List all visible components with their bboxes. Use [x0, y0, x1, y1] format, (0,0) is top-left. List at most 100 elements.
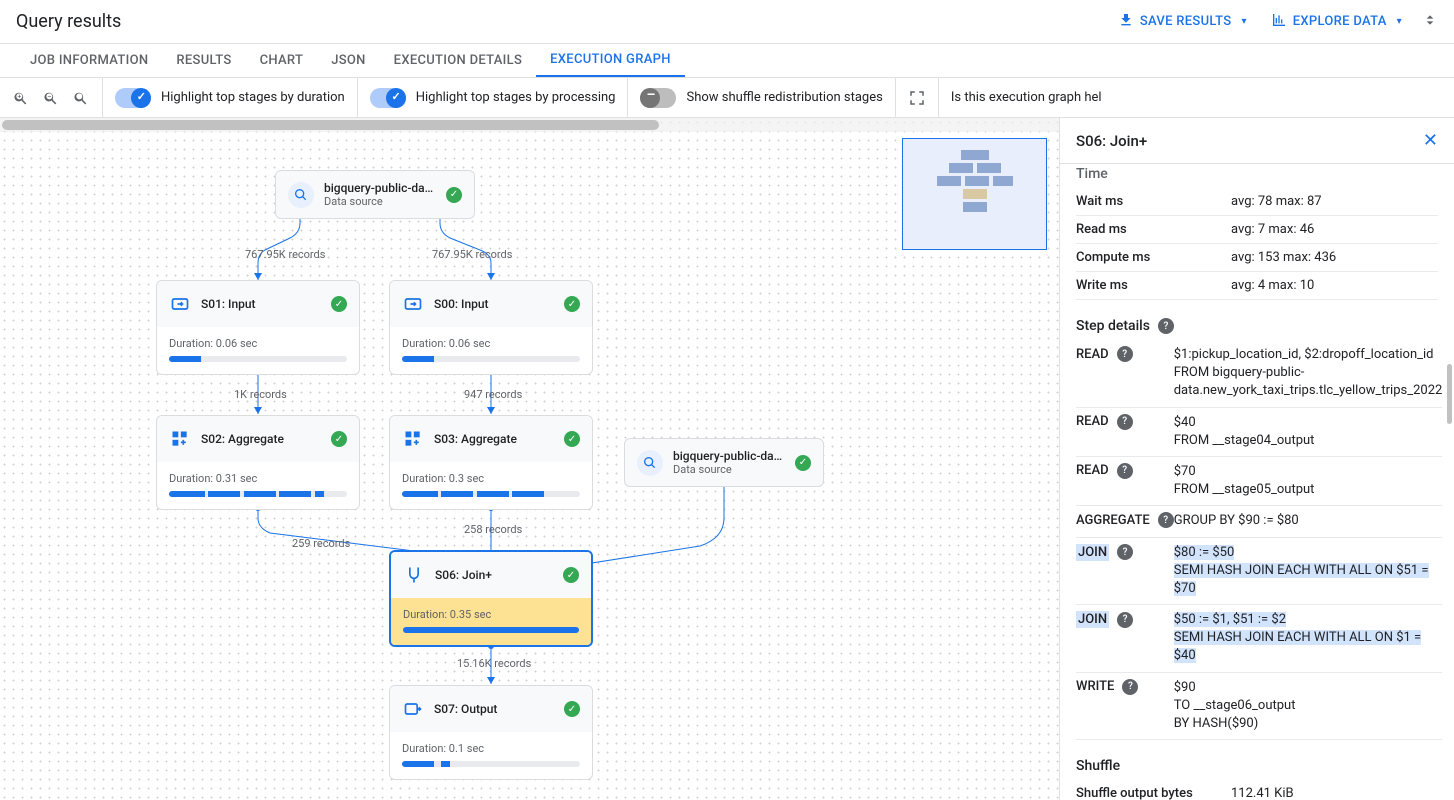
- step-type: WRITE: [1076, 679, 1114, 694]
- node-stage-s07[interactable]: S07: Output ✓ Duration: 0.1 sec: [389, 685, 593, 780]
- stage-name: S01: Input: [201, 297, 321, 311]
- close-icon[interactable]: ✕: [1423, 130, 1438, 151]
- feedback-prompt: Is this execution graph hel: [939, 90, 1102, 105]
- help-icon[interactable]: ?: [1122, 679, 1138, 695]
- stage-duration: Duration: 0.3 sec: [402, 472, 580, 485]
- shuffle-val: 112.41 KiB: [1231, 780, 1438, 800]
- tab-execution-details[interactable]: EXECUTION DETAILS: [380, 44, 536, 77]
- stage-duration: Duration: 0.06 sec: [402, 337, 580, 350]
- help-icon[interactable]: ?: [1117, 544, 1133, 560]
- explore-data-button[interactable]: EXPLORE DATA ▾: [1259, 4, 1414, 40]
- node-title: bigquery-public-data.new_y: [324, 181, 436, 195]
- bigquery-icon: [637, 450, 663, 476]
- toggle-shuffle[interactable]: Show shuffle redistribution stages: [640, 88, 882, 108]
- fullscreen-icon[interactable]: [908, 89, 926, 107]
- time-table: Wait msavg: 78 max: 87 Read msavg: 7 max…: [1076, 188, 1438, 300]
- unfold-icon[interactable]: [1422, 12, 1438, 32]
- node-stage-s03[interactable]: S03: Aggregate✓ Duration: 0.3 sec: [389, 415, 593, 510]
- step-type: JOIN: [1076, 544, 1109, 561]
- horizontal-scrollbar[interactable]: [0, 118, 1059, 132]
- help-icon[interactable]: ?: [1117, 414, 1133, 430]
- tab-job-information[interactable]: JOB INFORMATION: [16, 44, 162, 77]
- edge-label: 1K records: [234, 388, 287, 401]
- stage-duration: Duration: 0.31 sec: [169, 472, 347, 485]
- toggle-duration[interactable]: Highlight top stages by duration: [115, 88, 345, 108]
- edge-label: 767.95K records: [245, 248, 325, 261]
- input-icon: [169, 293, 191, 315]
- node-data-source[interactable]: bigquery-public-data.new_yData source ✓: [275, 170, 475, 219]
- help-icon[interactable]: ?: [1158, 318, 1174, 334]
- stage-name: S07: Output: [434, 702, 554, 716]
- step-detail: $70FROM __stage05_output: [1174, 456, 1443, 505]
- node-stage-s06[interactable]: S06: Join+✓ Duration: 0.35 sec: [389, 550, 593, 647]
- time-val: avg: 78 max: 87: [1231, 188, 1438, 216]
- stage-name: S06: Join+: [435, 568, 553, 582]
- dropdown-icon: ▾: [1397, 16, 1402, 27]
- switch-on-icon[interactable]: [370, 88, 406, 108]
- node-stage-s00[interactable]: S00: Input ✓ Duration: 0.06 sec: [389, 280, 593, 375]
- help-icon[interactable]: ?: [1158, 512, 1174, 528]
- help-icon[interactable]: ?: [1117, 612, 1133, 628]
- zoom-out-icon[interactable]: [42, 89, 60, 107]
- zoom-in-icon[interactable]: [12, 89, 30, 107]
- step-detail: $90TO __stage06_outputBY HASH($90): [1174, 672, 1443, 740]
- status-success-icon: ✓: [564, 701, 580, 717]
- help-icon[interactable]: ?: [1117, 463, 1133, 479]
- zoom-reset-icon[interactable]: [72, 89, 90, 107]
- step-type: READ: [1076, 414, 1109, 429]
- switch-on-icon[interactable]: [115, 88, 151, 108]
- minimap[interactable]: [902, 138, 1047, 250]
- tab-json[interactable]: JSON: [317, 44, 379, 77]
- stage-name: S00: Input: [434, 297, 554, 311]
- status-success-icon: ✓: [564, 296, 580, 312]
- explore-data-label: EXPLORE DATA: [1293, 14, 1387, 29]
- tabs: JOB INFORMATION RESULTS CHART JSON EXECU…: [0, 44, 1454, 78]
- input-icon: [402, 293, 424, 315]
- panel-scrollbar[interactable]: [1447, 364, 1452, 424]
- time-val: avg: 7 max: 46: [1231, 216, 1438, 244]
- edge-label: 258 records: [464, 523, 522, 536]
- tab-results[interactable]: RESULTS: [162, 44, 245, 77]
- step-type: READ: [1076, 347, 1109, 362]
- download-icon: [1118, 12, 1134, 32]
- help-icon[interactable]: ?: [1117, 346, 1133, 362]
- step-detail: $80 := $50SEMI HASH JOIN EACH WITH ALL O…: [1174, 537, 1443, 605]
- step-type: READ: [1076, 463, 1109, 478]
- node-data-source[interactable]: bigquery-public-data.new_yData source ✓: [624, 438, 824, 487]
- tab-chart[interactable]: CHART: [246, 44, 318, 77]
- output-icon: [402, 698, 424, 720]
- stage-name: S02: Aggregate: [201, 432, 321, 446]
- node-stage-s02[interactable]: S02: Aggregate ✓ Duration: 0.31 sec: [156, 415, 360, 510]
- edge-label: 259 records: [292, 537, 350, 550]
- time-key: Read ms: [1076, 216, 1231, 244]
- graph-canvas[interactable]: 767.95K records 767.95K records 1K recor…: [0, 118, 1060, 800]
- toggle-shuffle-label: Show shuffle redistribution stages: [686, 90, 882, 105]
- page-title: Query results: [16, 11, 1106, 32]
- step-detail: $1:pickup_location_id, $2:dropoff_locati…: [1174, 340, 1443, 407]
- node-title: bigquery-public-data.new_y: [673, 449, 785, 463]
- edge-label: 947 records: [464, 388, 522, 401]
- step-type: AGGREGATE: [1076, 513, 1150, 528]
- stage-duration: Duration: 0.06 sec: [169, 337, 347, 350]
- shuffle-key: Shuffle output bytes: [1076, 780, 1231, 800]
- toggle-processing[interactable]: Highlight top stages by processing: [370, 88, 616, 108]
- time-key: Compute ms: [1076, 244, 1231, 272]
- node-stage-s01[interactable]: S01: Input ✓ Duration: 0.06 sec: [156, 280, 360, 375]
- status-success-icon: ✓: [331, 431, 347, 447]
- step-detail: $50 := $1, $51 := $2SEMI HASH JOIN EACH …: [1174, 605, 1443, 673]
- save-results-button[interactable]: SAVE RESULTS ▾: [1106, 4, 1259, 40]
- stage-duration: Duration: 0.1 sec: [402, 742, 580, 755]
- bigquery-icon: [288, 182, 314, 208]
- time-val: avg: 4 max: 10: [1231, 272, 1438, 300]
- status-success-icon: ✓: [331, 296, 347, 312]
- toggle-processing-label: Highlight top stages by processing: [416, 90, 616, 105]
- switch-off-icon[interactable]: [640, 88, 676, 108]
- time-key: Wait ms: [1076, 188, 1231, 216]
- time-val: avg: 153 max: 436: [1231, 244, 1438, 272]
- tab-execution-graph[interactable]: EXECUTION GRAPH: [536, 44, 685, 77]
- aggregate-icon: [169, 428, 191, 450]
- status-success-icon: ✓: [563, 567, 579, 583]
- join-icon: [403, 564, 425, 586]
- save-results-label: SAVE RESULTS: [1140, 14, 1232, 29]
- node-subtitle: Data source: [324, 195, 436, 208]
